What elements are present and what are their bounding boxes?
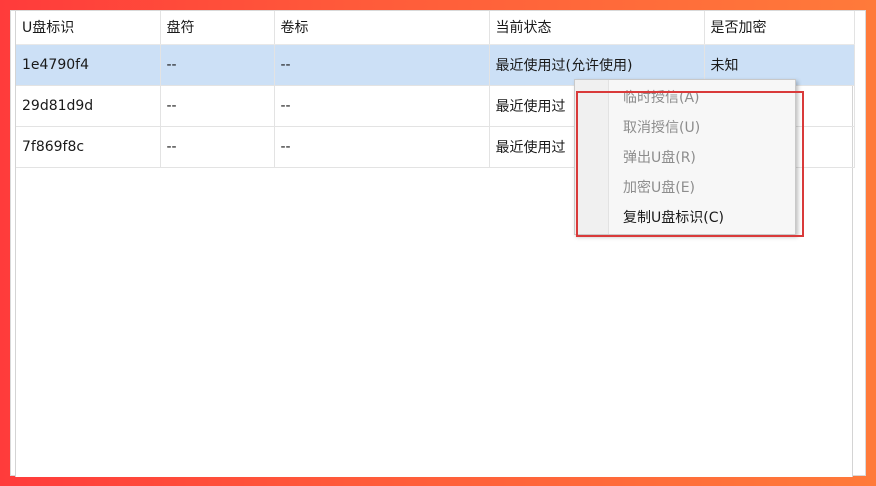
cell-usb-id: 1e4790f4 xyxy=(16,44,161,86)
cell-usb-id: 7f869f8c xyxy=(16,126,161,168)
column-header-current-status[interactable]: 当前状态 xyxy=(489,11,705,45)
menu-item-eject-usb[interactable]: 弹出U盘(R) xyxy=(623,146,696,170)
context-menu: 临时授信(A) 取消授信(U) 弹出U盘(R) 加密U盘(E) 复制U盘标识(C… xyxy=(574,79,796,235)
cell-volume-label: -- xyxy=(274,44,490,86)
menu-item-encrypt-usb[interactable]: 加密U盘(E) xyxy=(623,176,695,200)
column-header-drive-letter[interactable]: 盘符 xyxy=(160,11,275,45)
table-header-row: U盘标识 盘符 卷标 当前状态 是否加密 xyxy=(16,11,855,45)
cell-volume-label: -- xyxy=(274,126,490,168)
cell-drive-letter: -- xyxy=(160,44,275,86)
menu-item-cancel-trust[interactable]: 取消授信(U) xyxy=(623,116,700,140)
usb-device-window: U盘标识 盘符 卷标 当前状态 是否加密 1e4790f4 -- -- 最近使用… xyxy=(10,10,866,477)
cell-usb-id: 29d81d9d xyxy=(16,85,161,127)
cell-drive-letter: -- xyxy=(160,126,275,168)
menu-item-copy-usb-id[interactable]: 复制U盘标识(C) xyxy=(623,206,724,230)
column-header-volume-label[interactable]: 卷标 xyxy=(274,11,490,45)
cell-drive-letter: -- xyxy=(160,85,275,127)
column-header-usb-id[interactable]: U盘标识 xyxy=(16,11,161,45)
cell-volume-label: -- xyxy=(274,85,490,127)
menu-item-temp-trust[interactable]: 临时授信(A) xyxy=(623,86,700,110)
column-header-encrypted[interactable]: 是否加密 xyxy=(704,11,855,45)
context-menu-icon-strip xyxy=(575,80,609,234)
